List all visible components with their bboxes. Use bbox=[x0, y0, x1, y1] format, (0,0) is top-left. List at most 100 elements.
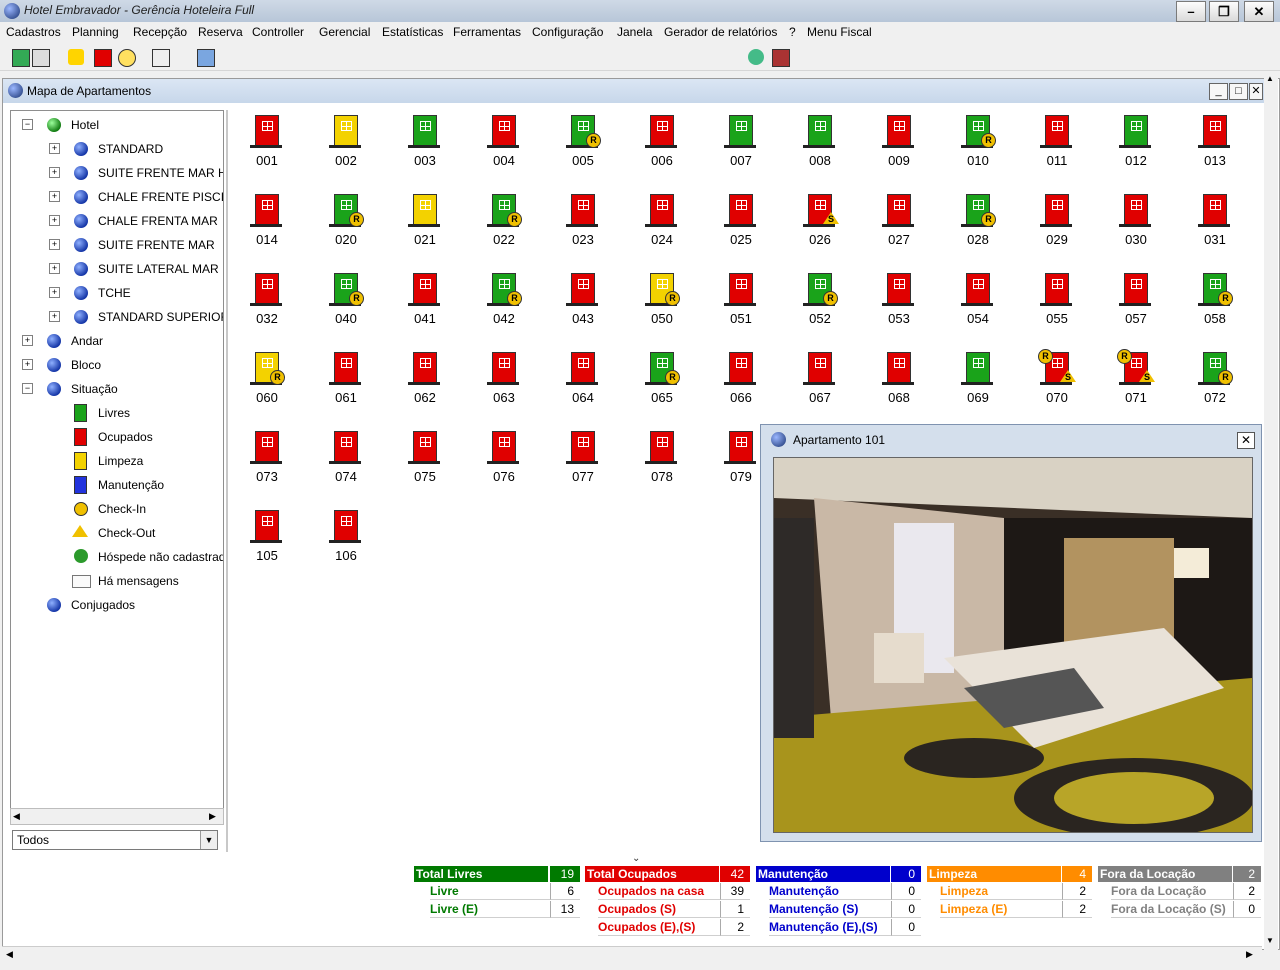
room-063[interactable]: 063 bbox=[473, 349, 535, 417]
room-068[interactable]: 068 bbox=[868, 349, 930, 417]
expand-icon[interactable]: + bbox=[49, 215, 60, 226]
menu-gerencial[interactable]: Gerencial bbox=[319, 25, 370, 39]
room-004[interactable]: 004 bbox=[473, 112, 535, 180]
minimize-button[interactable]: – bbox=[1176, 1, 1206, 22]
menu-cadastros[interactable]: Cadastros bbox=[6, 25, 61, 39]
menu-planning[interactable]: Planning bbox=[72, 25, 119, 39]
room-020[interactable]: R 020 bbox=[315, 191, 377, 259]
tree-view-icon[interactable] bbox=[12, 49, 30, 67]
scroll-right-icon[interactable]: ▶ bbox=[209, 811, 216, 822]
close-button[interactable]: ✕ bbox=[1244, 1, 1274, 22]
horizontal-scrollbar[interactable]: ◀ ▶ bbox=[2, 946, 1262, 963]
room-074[interactable]: 074 bbox=[315, 428, 377, 496]
room-051[interactable]: 051 bbox=[710, 270, 772, 338]
room-023[interactable]: 023 bbox=[552, 191, 614, 259]
expand-icon[interactable]: + bbox=[49, 287, 60, 298]
room-040[interactable]: R 040 bbox=[315, 270, 377, 338]
expand-icon[interactable]: + bbox=[49, 263, 60, 274]
room-106[interactable]: 106 bbox=[315, 507, 377, 575]
child-minimize-button[interactable]: _ bbox=[1209, 83, 1228, 100]
room-007[interactable]: 007 bbox=[710, 112, 772, 180]
refresh-icon[interactable] bbox=[197, 49, 215, 67]
collapse-icon[interactable]: − bbox=[22, 383, 33, 394]
check-in-icon[interactable] bbox=[68, 49, 84, 65]
menu-reserva[interactable]: Reserva bbox=[198, 25, 243, 39]
room-032[interactable]: 032 bbox=[236, 270, 298, 338]
menu-estatisticas[interactable]: Estatísticas bbox=[382, 25, 443, 39]
room-070[interactable]: R S 070 bbox=[1026, 349, 1088, 417]
room-010[interactable]: R 010 bbox=[947, 112, 1009, 180]
list-view-icon[interactable] bbox=[32, 49, 50, 67]
room-031[interactable]: 031 bbox=[1184, 191, 1246, 259]
room-069[interactable]: 069 bbox=[947, 349, 1009, 417]
scroll-left-icon[interactable]: ◀ bbox=[13, 811, 20, 822]
room-012[interactable]: 012 bbox=[1105, 112, 1167, 180]
room-005[interactable]: R 005 bbox=[552, 112, 614, 180]
menu-help[interactable]: ? bbox=[789, 25, 796, 39]
room-043[interactable]: 043 bbox=[552, 270, 614, 338]
room-008[interactable]: 008 bbox=[789, 112, 851, 180]
filter-select[interactable]: Todos ▼ bbox=[12, 830, 218, 850]
room-013[interactable]: 013 bbox=[1184, 112, 1246, 180]
room-030[interactable]: 030 bbox=[1105, 191, 1167, 259]
child-maximize-button[interactable]: □ bbox=[1229, 83, 1248, 100]
expand-icon[interactable]: + bbox=[22, 335, 33, 346]
room-057[interactable]: 057 bbox=[1105, 270, 1167, 338]
room-078[interactable]: 078 bbox=[631, 428, 693, 496]
room-054[interactable]: 054 bbox=[947, 270, 1009, 338]
room-077[interactable]: 077 bbox=[552, 428, 614, 496]
check-out-icon[interactable] bbox=[94, 49, 112, 67]
room-026[interactable]: S 026 bbox=[789, 191, 851, 259]
room-064[interactable]: 064 bbox=[552, 349, 614, 417]
menu-recepcao[interactable]: Recepção bbox=[133, 25, 187, 39]
chevron-down-icon[interactable]: ▼ bbox=[200, 831, 217, 849]
room-024[interactable]: 024 bbox=[631, 191, 693, 259]
child-close-button[interactable]: ✕ bbox=[1249, 83, 1263, 100]
expand-icon[interactable]: + bbox=[49, 191, 60, 202]
room-003[interactable]: 003 bbox=[394, 112, 456, 180]
close-icon[interactable]: ✕ bbox=[1237, 432, 1255, 449]
menu-ferramentas[interactable]: Ferramentas bbox=[453, 25, 521, 39]
room-075[interactable]: 075 bbox=[394, 428, 456, 496]
scroll-left-icon[interactable]: ◀ bbox=[6, 949, 13, 960]
network-icon[interactable] bbox=[748, 49, 764, 65]
expand-icon[interactable]: + bbox=[22, 359, 33, 370]
menu-fiscal[interactable]: Menu Fiscal bbox=[807, 25, 872, 39]
room-021[interactable]: 021 bbox=[394, 191, 456, 259]
tree-horizontal-scrollbar[interactable]: ◀ ▶ bbox=[10, 808, 224, 825]
room-014[interactable]: 014 bbox=[236, 191, 298, 259]
room-052[interactable]: R 052 bbox=[789, 270, 851, 338]
room-067[interactable]: 067 bbox=[789, 349, 851, 417]
room-006[interactable]: 006 bbox=[631, 112, 693, 180]
expand-stats-icon[interactable]: ⌄ bbox=[632, 853, 640, 864]
scroll-down-icon[interactable]: ▼ bbox=[1266, 936, 1274, 945]
room-028[interactable]: R 028 bbox=[947, 191, 1009, 259]
expand-icon[interactable]: + bbox=[49, 311, 60, 322]
room-050[interactable]: R 050 bbox=[631, 270, 693, 338]
room-066[interactable]: 066 bbox=[710, 349, 772, 417]
room-076[interactable]: 076 bbox=[473, 428, 535, 496]
room-011[interactable]: 011 bbox=[1026, 112, 1088, 180]
room-058[interactable]: R 058 bbox=[1184, 270, 1246, 338]
room-001[interactable]: 001 bbox=[236, 112, 298, 180]
room-022[interactable]: R 022 bbox=[473, 191, 535, 259]
scroll-up-icon[interactable]: ▲ bbox=[1266, 74, 1274, 83]
menu-configuracao[interactable]: Configuração bbox=[532, 25, 603, 39]
menu-gerador-relatorios[interactable]: Gerador de relatórios bbox=[664, 25, 777, 39]
expand-icon[interactable]: + bbox=[49, 143, 60, 154]
room-009[interactable]: 009 bbox=[868, 112, 930, 180]
room-105[interactable]: 105 bbox=[236, 507, 298, 575]
menu-controller[interactable]: Controller bbox=[252, 25, 304, 39]
room-053[interactable]: 053 bbox=[868, 270, 930, 338]
expand-icon[interactable]: + bbox=[49, 239, 60, 250]
exit-icon[interactable] bbox=[772, 49, 790, 67]
room-062[interactable]: 062 bbox=[394, 349, 456, 417]
collapse-icon[interactable]: − bbox=[22, 119, 33, 130]
room-061[interactable]: 061 bbox=[315, 349, 377, 417]
room-073[interactable]: 073 bbox=[236, 428, 298, 496]
room-041[interactable]: 041 bbox=[394, 270, 456, 338]
maximize-button[interactable]: ❐ bbox=[1209, 1, 1239, 22]
room-027[interactable]: 027 bbox=[868, 191, 930, 259]
room-042[interactable]: R 042 bbox=[473, 270, 535, 338]
room-071[interactable]: R S 071 bbox=[1105, 349, 1167, 417]
